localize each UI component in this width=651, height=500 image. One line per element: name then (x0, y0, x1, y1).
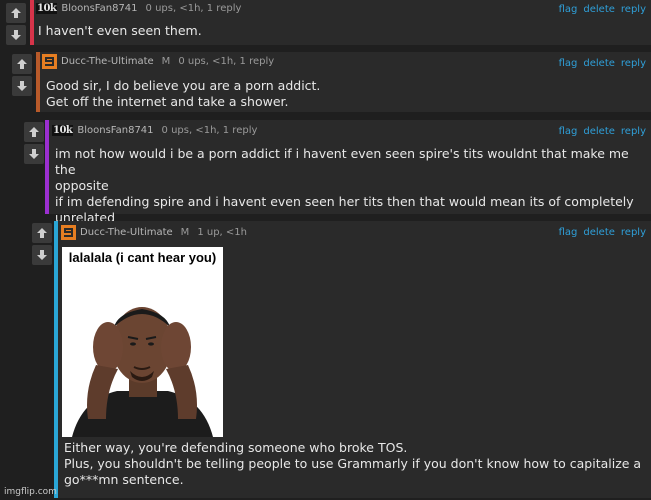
comment-text: Either way, you're defending someone who… (64, 440, 644, 488)
thread-bar (30, 0, 34, 45)
comment-4: Ducc-The-Ultimate M 1 up, <1h flag delete… (0, 221, 651, 500)
imgflip-logo-icon (61, 225, 76, 240)
arrow-down-icon (29, 149, 39, 159)
comment-line: I haven't even seen them. (38, 23, 202, 38)
upvote-button[interactable] (24, 122, 44, 142)
thread-bar (45, 120, 49, 214)
imgflip-logo-icon (42, 54, 57, 69)
comment-stats: 0 ups, <1h, 1 reply (161, 125, 258, 136)
comment-meta: 10k BloonsFan8741 0 ups, <1h, 1 reply (52, 125, 257, 136)
delete-link[interactable]: delete (583, 58, 615, 69)
reply-link[interactable]: reply (621, 4, 646, 15)
flag-link[interactable]: flag (559, 227, 578, 238)
comment-line: Good sir, I do believe you are a porn ad… (46, 78, 321, 93)
reply-link[interactable]: reply (621, 126, 646, 137)
arrow-up-icon (17, 59, 27, 69)
comment-actions: flag delete reply (553, 227, 646, 238)
downvote-button[interactable] (24, 144, 44, 164)
delete-link[interactable]: delete (583, 227, 615, 238)
delete-link[interactable]: delete (583, 4, 615, 15)
vote-controls (6, 3, 26, 45)
upvote-button[interactable] (32, 223, 52, 243)
comment-meta: Ducc-The-Ultimate M 0 ups, <1h, 1 reply (42, 54, 274, 69)
mod-badge: M (161, 56, 171, 67)
thread-bar (36, 52, 40, 112)
upvote-button[interactable] (6, 3, 26, 23)
comment-body: 10k BloonsFan8741 0 ups, <1h, 1 reply fl… (45, 120, 651, 241)
badge-10k-icon: 10k (52, 125, 74, 136)
person-covering-ears-icon (62, 287, 223, 437)
username-link[interactable]: Ducc-The-Ultimate (80, 227, 173, 238)
comment-body: Ducc-The-Ultimate M 1 up, <1h flag delete… (54, 221, 651, 498)
comment-actions: flag delete reply (553, 4, 646, 15)
badge-10k-icon: 10k (36, 3, 58, 14)
comment-body: 10k BloonsFan8741 0 ups, <1h, 1 reply fl… (30, 0, 651, 45)
arrow-down-icon (37, 250, 47, 260)
vote-controls (32, 223, 52, 265)
arrow-down-icon (17, 81, 27, 91)
comment-1: 10k BloonsFan8741 0 ups, <1h, 1 reply fl… (0, 0, 651, 46)
reply-link[interactable]: reply (621, 227, 646, 238)
comment-line: Plus, you shouldn't be telling people to… (64, 456, 642, 471)
username-link[interactable]: Ducc-The-Ultimate (61, 56, 154, 67)
reply-link[interactable]: reply (621, 58, 646, 69)
imgflip-watermark: imgflip.com (4, 487, 57, 497)
vote-controls (24, 122, 44, 164)
username-link[interactable]: BloonsFan8741 (77, 125, 153, 136)
arrow-up-icon (11, 8, 21, 18)
downvote-button[interactable] (32, 245, 52, 265)
comment-text: Good sir, I do believe you are a porn ad… (46, 78, 320, 110)
flag-link[interactable]: flag (559, 126, 578, 137)
comment-meta: 10k BloonsFan8741 0 ups, <1h, 1 reply (36, 3, 241, 14)
comment-line: go***mn sentence. (64, 472, 184, 487)
comment-stats: 0 ups, <1h, 1 reply (178, 56, 275, 67)
arrow-up-icon (29, 127, 39, 137)
meme-caption: lalalala (i cant hear you) (68, 250, 217, 265)
comment-stats: 0 ups, <1h, 1 reply (145, 3, 242, 14)
comment-3: 10k BloonsFan8741 0 ups, <1h, 1 reply fl… (0, 120, 651, 241)
delete-link[interactable]: delete (583, 126, 615, 137)
downvote-button[interactable] (6, 25, 26, 45)
thread-bar (54, 221, 58, 498)
comment-stats: 1 up, <1h (197, 227, 247, 238)
comment-line: im not how would i be a porn addict if i… (55, 146, 629, 177)
username-link[interactable]: BloonsFan8741 (61, 3, 137, 14)
comment-body: Ducc-The-Ultimate M 0 ups, <1h, 1 reply … (36, 52, 651, 112)
upvote-button[interactable] (12, 54, 32, 74)
comment-actions: flag delete reply (553, 126, 646, 137)
comment-line: opposite (55, 178, 109, 193)
arrow-down-icon (11, 30, 21, 40)
comment-line: Either way, you're defending someone who… (64, 440, 408, 455)
meme-image[interactable]: lalalala (i cant hear you) (62, 247, 223, 437)
comment-actions: flag delete reply (553, 58, 646, 69)
downvote-button[interactable] (12, 76, 32, 96)
comment-text: I haven't even seen them. (38, 23, 202, 39)
arrow-up-icon (37, 228, 47, 238)
flag-link[interactable]: flag (559, 58, 578, 69)
comment-2: Ducc-The-Ultimate M 0 ups, <1h, 1 reply … (0, 52, 651, 114)
mod-badge: M (180, 227, 190, 238)
comment-meta: Ducc-The-Ultimate M 1 up, <1h (61, 225, 247, 240)
vote-controls (12, 54, 32, 96)
flag-link[interactable]: flag (559, 4, 578, 15)
comment-line: Get off the internet and take a shower. (46, 94, 289, 109)
